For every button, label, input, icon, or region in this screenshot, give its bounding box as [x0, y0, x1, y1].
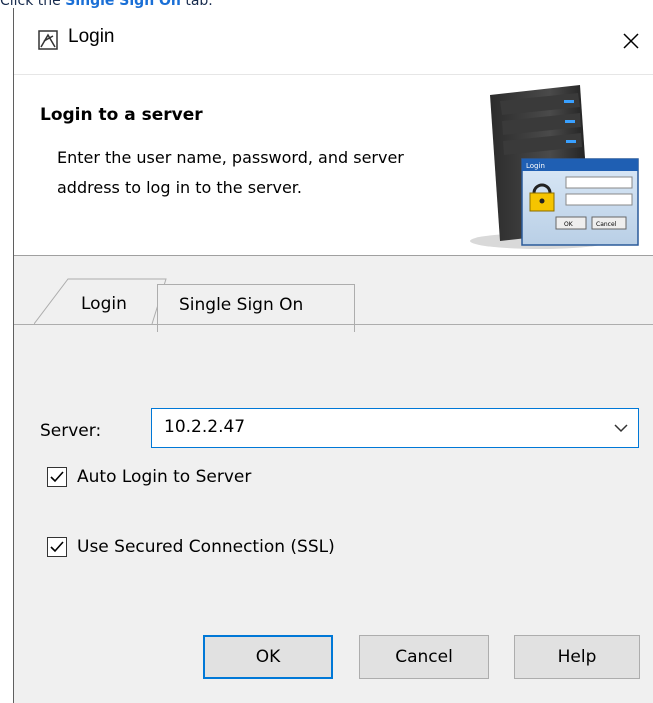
ssl-option[interactable]: Use Secured Connection (SSL): [47, 537, 335, 557]
auto-login-label: Auto Login to Server: [77, 467, 252, 487]
app-icon: [38, 30, 58, 50]
server-value: 10.2.2.47: [164, 417, 246, 437]
tab-content: Server: 10.2.2.47 Auto Login to Server U…: [14, 325, 653, 645]
instruction-caption: Click the Single Sign On tab.: [0, 0, 653, 8]
tab-single-sign-on-label: Single Sign On: [179, 295, 304, 315]
auto-login-option[interactable]: Auto Login to Server: [47, 467, 251, 487]
header-title: Login to a server: [40, 105, 203, 125]
window-title: Login: [68, 26, 115, 47]
header-description: Enter the user name, password, and serve…: [57, 148, 404, 197]
checkmark-icon: [50, 471, 64, 483]
caption-link: Single Sign On: [65, 0, 181, 8]
server-login-illustration-icon: Login OK Cancel: [470, 85, 639, 249]
close-button[interactable]: [608, 8, 653, 74]
auto-login-checkbox[interactable]: [47, 467, 67, 487]
server-select[interactable]: 10.2.2.47: [151, 408, 639, 448]
caption-suffix: tab.: [180, 0, 213, 8]
tab-login[interactable]: Login: [81, 294, 129, 314]
ok-button[interactable]: OK: [203, 635, 333, 679]
cancel-button[interactable]: Cancel: [359, 635, 489, 679]
art-ok-label: OK: [564, 221, 574, 228]
login-dialog: Login Login to a server Enter the user n…: [13, 8, 653, 703]
title-bar[interactable]: Login: [14, 8, 653, 75]
close-icon: [623, 33, 639, 49]
art-cancel-label: Cancel: [596, 221, 617, 228]
tab-strip: Login Single Sign On: [14, 255, 653, 332]
checkmark-icon: [50, 541, 64, 553]
header-panel: Login to a server Enter the user name, p…: [14, 75, 653, 256]
chevron-down-icon: [614, 424, 628, 433]
help-button[interactable]: Help: [514, 635, 640, 679]
art-dialog-title: Login: [526, 162, 545, 170]
caption-prefix: Click the: [0, 0, 66, 8]
server-label: Server:: [40, 421, 102, 441]
ssl-label: Use Secured Connection (SSL): [77, 537, 335, 557]
ssl-checkbox[interactable]: [47, 537, 67, 557]
